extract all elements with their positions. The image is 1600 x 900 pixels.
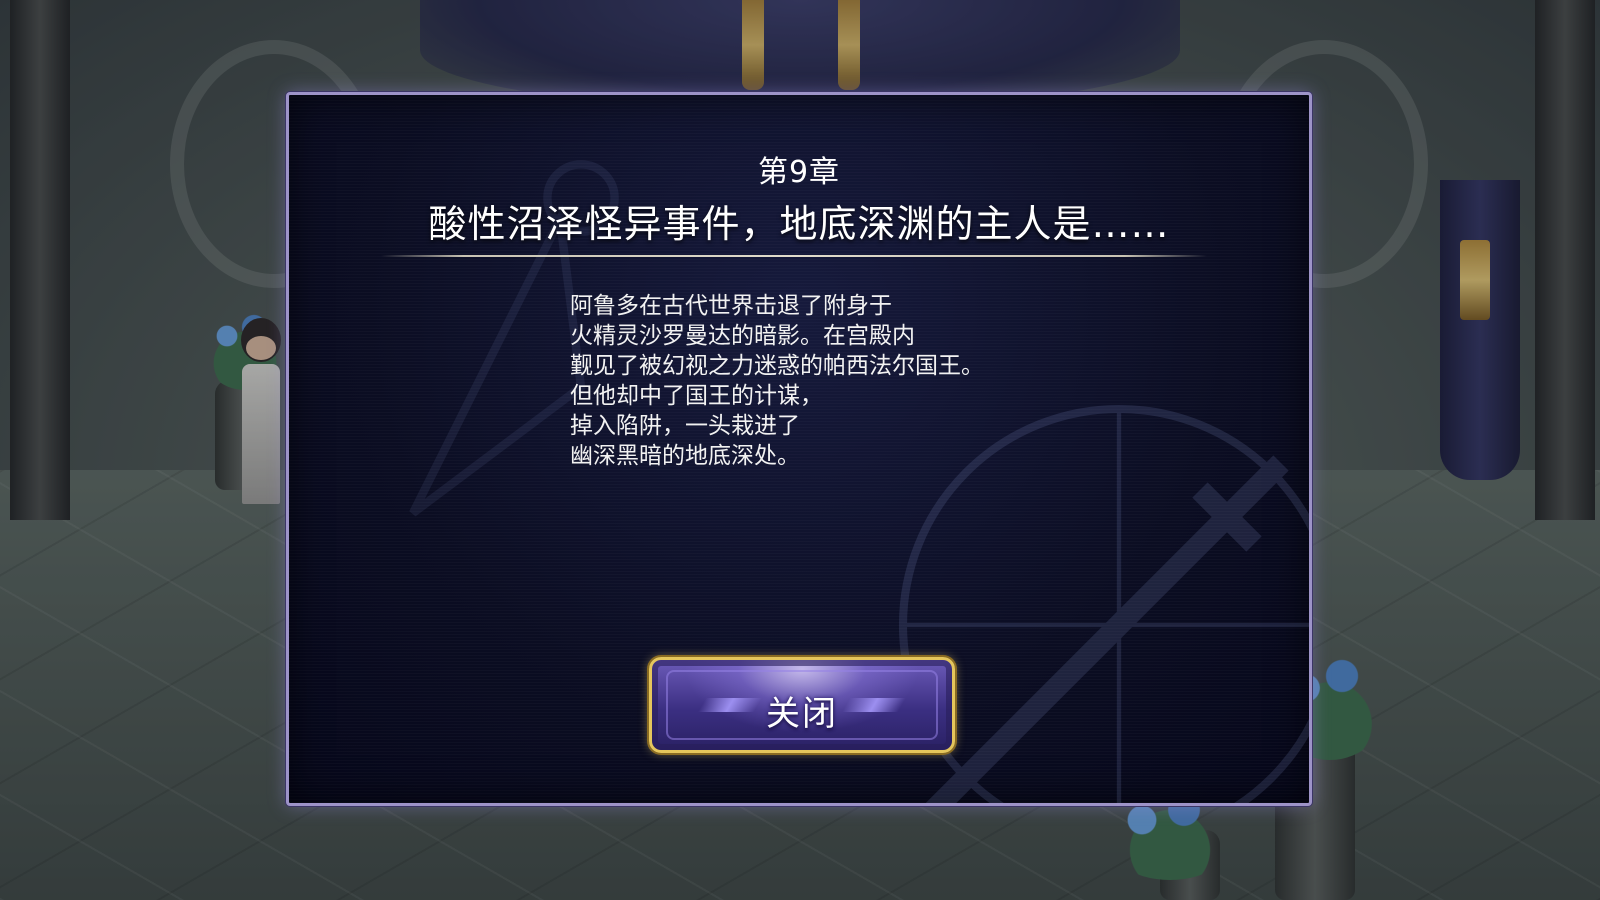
chapter-number: 第9章 bbox=[757, 155, 841, 190]
close-button[interactable]: 关闭 bbox=[649, 657, 955, 753]
story-line: 掉入陷阱，一头栽进了 bbox=[570, 413, 800, 439]
story-line: 火精灵沙罗曼达的暗影。在宫殿内 bbox=[570, 323, 915, 349]
title-divider bbox=[381, 255, 1207, 257]
story-line: 幽深黑暗的地底深处。 bbox=[570, 443, 800, 469]
story-line: 阿鲁多在古代世界击退了附身于 bbox=[570, 293, 892, 319]
chapter-summary-dialog: 第9章 酸性沼泽怪异事件，地底深渊的主人是…… 阿鲁多在古代世界击退了附身于 火… bbox=[286, 92, 1312, 806]
chapter-story-text: 阿鲁多在古代世界击退了附身于 火精灵沙罗曼达的暗影。在宫殿内 觐见了被幻视之力迷… bbox=[570, 291, 984, 471]
story-line: 但他却中了国王的计谋， bbox=[570, 383, 823, 409]
close-button-label: 关闭 bbox=[766, 694, 838, 734]
chapter-title: 酸性沼泽怪异事件，地底深渊的主人是…… bbox=[428, 202, 1170, 246]
story-line: 觐见了被幻视之力迷惑的帕西法尔国王。 bbox=[570, 353, 984, 379]
